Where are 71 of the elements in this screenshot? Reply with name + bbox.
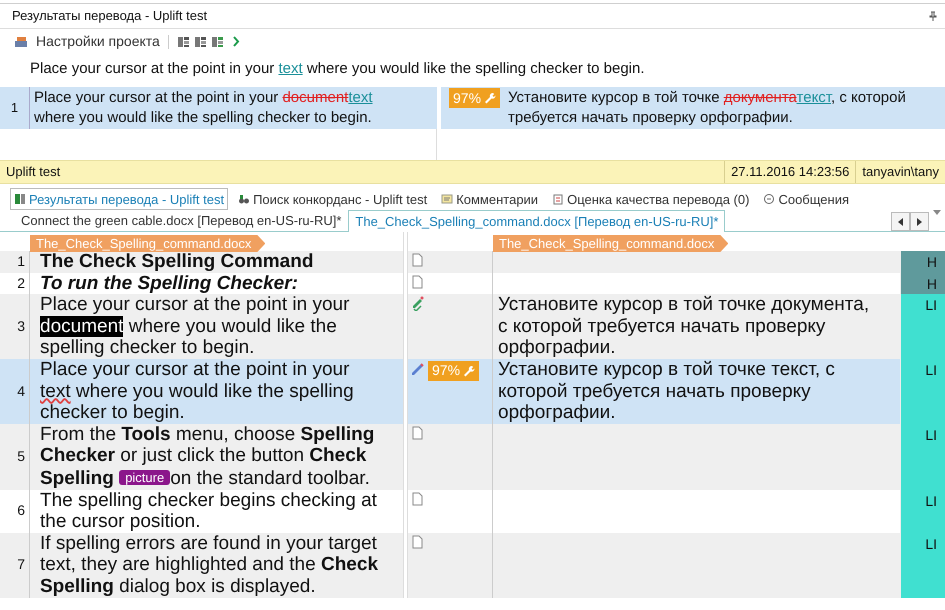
document-grid-icon: [210, 36, 224, 48]
wrench-icon: [463, 364, 476, 377]
comment-icon: [441, 193, 454, 205]
row-number: 1: [0, 251, 30, 273]
project-name: Uplift test: [5, 163, 62, 181]
style-label: LI: [900, 294, 945, 359]
next-button[interactable]: [232, 36, 240, 47]
style-label: LI: [900, 424, 945, 490]
toolbar-button[interactable]: [194, 36, 207, 48]
placeholder-tag[interactable]: picture: [119, 470, 170, 485]
tab-menu-button[interactable]: [933, 210, 941, 215]
source-text: The spelling checker begins checking at the cursor position.: [40, 490, 378, 533]
message-icon: [763, 193, 776, 205]
page-icon: [411, 534, 424, 549]
source-preview-text: Place your cursor at the point in your text where you would like the spelling checker to begin.: [29, 59, 646, 79]
scroll-right-button[interactable]: [910, 212, 929, 231]
binoculars-icon: [238, 193, 250, 205]
document-tab[interactable]: The_Check_Spelling_command.docx [Перевод en-US-ru-RU]*: [348, 210, 726, 232]
panel-tab[interactable]: Комментарии: [437, 188, 542, 210]
source-text: From the Tools menu, choose Spelling Checker or just click the button Check Spelling $^{picture}$ on the standard toolbar.: [40, 424, 376, 490]
row-number: 6: [0, 490, 30, 533]
page-icon: [411, 426, 424, 440]
document-grid-icon: [176, 36, 190, 48]
toolbar-button[interactable]: [210, 36, 224, 48]
scroll-left-button[interactable]: [891, 212, 910, 231]
match-source-text: Place your cursor at the point in your documenttext where you would like the spelling checker to begin.: [30, 87, 437, 129]
style-label: H: [900, 251, 945, 273]
toolbar-button[interactable]: [176, 36, 190, 48]
file-tag: The_Check_Spelling_command.docx: [493, 235, 728, 252]
source-text: The Check Spelling Command: [40, 251, 314, 273]
target-text: Установите курсор в той точке текст, с которой требуется начать проверку орфографии.: [498, 358, 836, 424]
results-icon: [14, 193, 26, 205]
match-number: 1: [0, 87, 30, 129]
caret-icon: [933, 210, 941, 215]
panel-tab[interactable]: Оценка качества перевода (0): [548, 188, 754, 210]
row-number: 3: [0, 294, 30, 359]
source-text: If spelling errors are found in your target text, they are highlighted and the Check Spelling dialog box is displayed.: [40, 532, 380, 598]
document-tab[interactable]: Connect the green cable.docx [Перевод en-US-ru-RU]*: [14, 208, 348, 231]
match-score-badge: 97%: [449, 88, 500, 108]
wrench-icon: [484, 92, 496, 104]
clipboard-icon: [552, 193, 564, 205]
source-text: To run the Spelling Checker:: [40, 272, 299, 294]
style-label: H: [900, 272, 945, 294]
pencil-icon: [411, 360, 424, 375]
project-settings-button[interactable]: Настройки проекта: [14, 31, 160, 52]
document-grid-icon: [194, 36, 207, 48]
row-number: 4: [0, 358, 30, 424]
source-text: Place your cursor at the point in your text where you would like the spelling checker to begin.: [40, 358, 355, 424]
row-number: 7: [0, 532, 30, 598]
panel-title: Результаты перевода - Uplift test: [12, 7, 208, 26]
style-label: LI: [900, 490, 945, 533]
file-tag: The_Check_Spelling_command.docx: [30, 235, 266, 252]
timestamp: 27.11.2016 14:23:56: [724, 161, 856, 183]
match-target-text: Установите курсор в той точке документатекст, с которой требуется начать проверку орфографии.: [508, 88, 907, 128]
triangle-left-icon: [898, 218, 903, 226]
triangle-right-icon: [917, 218, 922, 226]
settings-icon: [14, 36, 28, 48]
target-text: Установите курсор в той точке документа, с которой требуется начать проверку орфографии.: [498, 294, 870, 359]
pin-icon: [929, 11, 937, 21]
match-score-badge: 97%: [428, 360, 480, 381]
page-icon: [411, 253, 424, 267]
user-name: tanyavin\tany: [855, 161, 945, 183]
panel-tab[interactable]: Результаты перевода - Uplift test: [10, 188, 228, 210]
row-number: 5: [0, 424, 30, 490]
style-label: LI: [900, 532, 945, 598]
chevron-right-icon: [232, 36, 240, 47]
row-number: 2: [0, 272, 30, 294]
pen-check-icon: [411, 296, 425, 312]
style-label: LI: [900, 358, 945, 424]
panel-tab[interactable]: Сообщения: [759, 188, 854, 210]
panel-tab[interactable]: Поиск конкорданс - Uplift test: [234, 188, 432, 210]
